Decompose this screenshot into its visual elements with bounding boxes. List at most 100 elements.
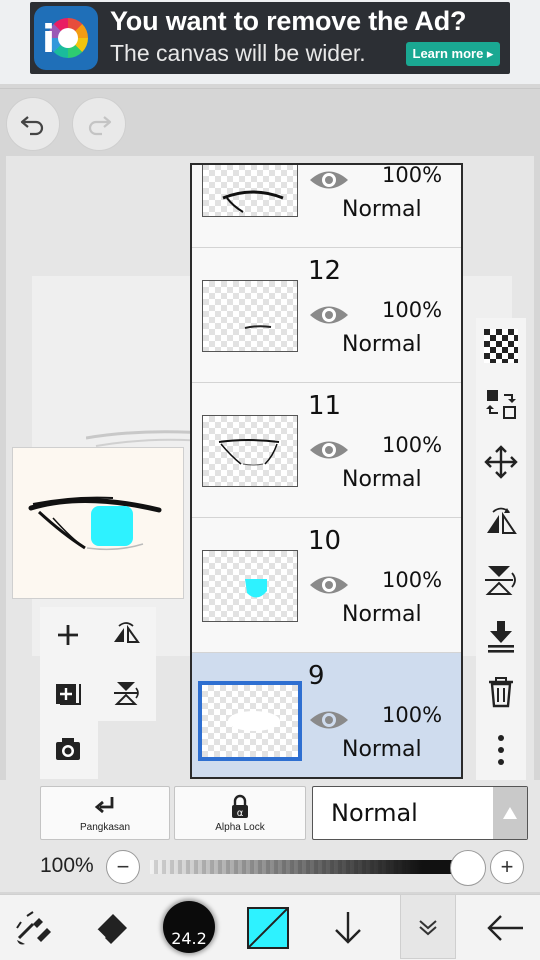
layer-blend-mode: Normal bbox=[342, 197, 422, 222]
swap-icon bbox=[486, 390, 516, 419]
layer-number: 9 bbox=[308, 661, 325, 691]
flip-horizontal-icon bbox=[487, 507, 517, 534]
color-swatch[interactable] bbox=[247, 907, 289, 949]
flip-horizontal-button[interactable] bbox=[481, 502, 521, 542]
tool-selection-button[interactable] bbox=[8, 903, 58, 953]
eraser-button[interactable] bbox=[86, 903, 136, 953]
plus-icon bbox=[58, 625, 78, 645]
opacity-decrease-button[interactable]: − bbox=[106, 850, 140, 884]
layer-down-button[interactable] bbox=[323, 903, 373, 953]
layer-blend-mode: Normal bbox=[342, 467, 422, 492]
ad-banner-area: i You want to remove the Ad? The canvas … bbox=[0, 0, 540, 84]
more-vertical-icon bbox=[498, 735, 504, 765]
opacity-increase-button[interactable]: + bbox=[490, 850, 524, 884]
learn-more-button[interactable]: Learn more ▸ bbox=[406, 42, 500, 66]
lock-icon: α bbox=[232, 794, 248, 819]
flip-vertical-icon bbox=[114, 682, 139, 705]
trash-icon bbox=[489, 677, 513, 708]
layer-opacity: 100% bbox=[382, 433, 443, 457]
visibility-eye-icon[interactable] bbox=[308, 165, 350, 195]
ad-subtitle: The canvas will be wider. bbox=[110, 40, 366, 66]
undo-button[interactable] bbox=[6, 97, 60, 151]
canvas-preview[interactable] bbox=[12, 447, 184, 599]
layer-number: 11 bbox=[308, 391, 342, 421]
layer-row-10[interactable]: 10 100% Normal bbox=[192, 518, 461, 653]
swap-layers-button[interactable] bbox=[481, 384, 521, 424]
arrow-left-icon bbox=[487, 915, 523, 941]
layer-number: 12 bbox=[308, 256, 342, 286]
flip-horizontal-icon bbox=[114, 622, 140, 643]
layer-thumbnail bbox=[202, 165, 298, 217]
move-icon bbox=[484, 445, 518, 479]
layer-row-12[interactable]: 12 100% Normal bbox=[192, 248, 461, 383]
layer-thumbnail bbox=[202, 415, 298, 487]
layer-row-9[interactable]: 9 100% Normal bbox=[192, 653, 461, 777]
opacity-slider[interactable] bbox=[150, 860, 470, 874]
eye-drawing-preview bbox=[28, 496, 162, 551]
flip-vertical-button[interactable] bbox=[106, 673, 146, 713]
visibility-eye-icon[interactable] bbox=[308, 300, 350, 330]
redo-button[interactable] bbox=[72, 97, 126, 151]
layer-blend-mode: Normal bbox=[342, 332, 422, 357]
undo-toolbar bbox=[0, 88, 540, 154]
blend-mode-value: Normal bbox=[331, 799, 418, 827]
layer-blend-mode: Normal bbox=[342, 737, 422, 762]
layer-opacity: 100% bbox=[382, 568, 443, 592]
flip-vertical-button[interactable] bbox=[481, 560, 521, 600]
layer-quick-actions bbox=[40, 607, 156, 721]
camera-panel bbox=[40, 721, 98, 779]
ibis-paint-logo-icon: i bbox=[34, 6, 98, 70]
add-layer-button[interactable] bbox=[48, 615, 88, 655]
clipping-label: Pangkasan bbox=[79, 821, 131, 833]
opacity-slider-handle[interactable] bbox=[450, 850, 486, 886]
layer-row-13[interactable]: 100% Normal bbox=[192, 163, 461, 248]
dropdown-arrow-icon[interactable] bbox=[493, 787, 527, 839]
opacity-row: 100% − + bbox=[0, 842, 540, 892]
add-box-icon bbox=[56, 684, 81, 705]
checkerboard-icon bbox=[484, 329, 518, 363]
layer-thumbnail bbox=[202, 280, 298, 352]
camera-button[interactable] bbox=[48, 729, 88, 769]
camera-icon bbox=[56, 738, 80, 760]
layers-toggle-button[interactable] bbox=[400, 895, 456, 959]
flip-vertical-icon bbox=[485, 566, 516, 595]
layer-row-11[interactable]: 11 100% Normal bbox=[192, 383, 461, 518]
redo-icon bbox=[88, 116, 112, 136]
ad-title: You want to remove the Ad? bbox=[110, 6, 467, 36]
arrow-down-icon bbox=[335, 912, 361, 944]
more-options-button[interactable] bbox=[481, 730, 521, 770]
layer-options-row: Pangkasan α Alpha Lock Normal bbox=[0, 780, 540, 842]
layer-blend-mode: Normal bbox=[342, 602, 422, 627]
visibility-eye-icon[interactable] bbox=[308, 570, 350, 600]
merge-down-button[interactable] bbox=[481, 616, 521, 656]
delete-layer-button[interactable] bbox=[481, 672, 521, 712]
alpha-lock-label: Alpha Lock bbox=[215, 821, 265, 833]
clipping-button[interactable]: Pangkasan bbox=[40, 786, 170, 840]
undo-icon bbox=[20, 116, 44, 136]
opacity-value: 100% bbox=[40, 854, 94, 877]
layer-opacity: 100% bbox=[382, 163, 443, 187]
layer-opacity: 100% bbox=[382, 703, 443, 727]
transparency-button[interactable] bbox=[481, 326, 521, 366]
layer-number: 10 bbox=[308, 526, 342, 556]
bottom-toolbar: 24.2 bbox=[0, 894, 540, 960]
ad-banner[interactable]: i You want to remove the Ad? The canvas … bbox=[30, 2, 510, 74]
merge-down-icon bbox=[488, 621, 514, 653]
visibility-eye-icon[interactable] bbox=[308, 705, 350, 735]
brush-size-value: 24.2 bbox=[171, 929, 207, 948]
brush-tool-icon bbox=[16, 911, 51, 945]
layer-panel[interactable]: 100% Normal 12 100% Normal 11 100% Norma… bbox=[190, 163, 463, 779]
layer-thumbnail bbox=[202, 550, 298, 622]
layer-thumbnail bbox=[198, 681, 302, 761]
chevron-double-down-icon bbox=[419, 919, 437, 935]
eraser-icon bbox=[96, 914, 127, 944]
add-layer-copy-button[interactable] bbox=[48, 673, 88, 713]
clipping-arrow-icon bbox=[94, 796, 114, 813]
svg-text:α: α bbox=[237, 808, 244, 819]
alpha-lock-button[interactable]: α Alpha Lock bbox=[174, 786, 306, 840]
back-button[interactable] bbox=[480, 903, 530, 953]
flip-layer-button[interactable] bbox=[106, 615, 146, 655]
visibility-eye-icon[interactable] bbox=[308, 435, 350, 465]
move-layer-button[interactable] bbox=[481, 442, 521, 482]
blend-mode-select[interactable]: Normal bbox=[312, 786, 528, 840]
